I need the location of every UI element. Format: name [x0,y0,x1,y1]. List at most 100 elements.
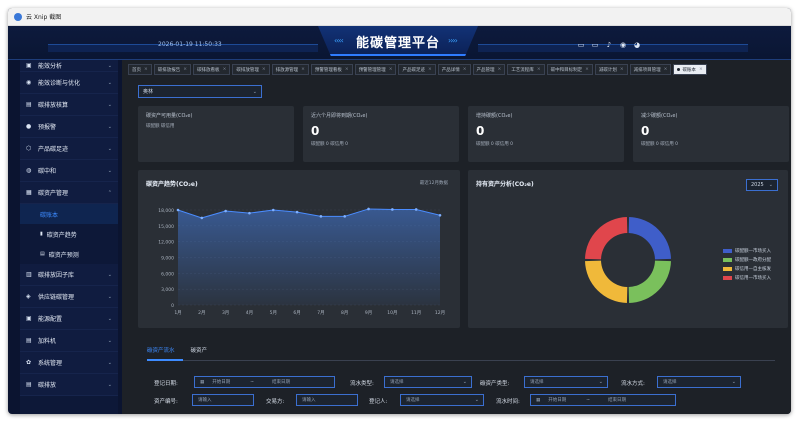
close-icon[interactable]: × [585,67,589,72]
chevron-icon: ⌄ [107,271,112,278]
badge-icon[interactable]: ◉ [618,41,628,49]
chevron-icon: ⌄ [107,315,112,322]
y-tick-label: 3,000 [161,287,174,293]
sidebar-item-items2[interactable]: ▤ 碳排放核算 ⌄ [20,94,118,116]
chevron-icon: ⌄ [107,145,112,152]
trend-point[interactable] [271,208,275,212]
sidebar-item-items5[interactable]: ◍ 碳中和 ⌄ [20,160,118,182]
flow-time-range[interactable]: ▦ 开始日期 ~ 结束日期 [530,394,676,406]
trend-point[interactable] [200,216,204,220]
flow-mode-select[interactable]: 请选择 ⌄ [657,376,741,388]
trend-point[interactable] [224,209,227,213]
trend-point[interactable] [414,208,418,211]
legend-item[interactable]: 碳信用—自主核发 [723,266,771,272]
pie-slice[interactable] [628,260,671,303]
chevron-down-icon: ⌄ [474,397,479,403]
close-icon[interactable]: × [183,67,187,72]
sidebar-item-items_after2[interactable]: ▣ 能源配置 ⌄ [20,308,118,330]
legend-item[interactable]: 碳配额—政府分配 [723,257,771,263]
trend-point[interactable] [343,215,347,218]
asset-type-select[interactable]: 请选择 ⌄ [524,376,608,388]
sidebar-item-items4[interactable]: ⬡ 产品碳足迹 ⌄ [20,138,118,160]
tab-7[interactable]: 产品碳足迹 × [398,64,436,75]
tab-0[interactable]: 首页 × [128,64,152,75]
sidebar-item-items6[interactable]: ▦ 碳资产管理 ⌃ [20,182,118,204]
tab-5[interactable]: 预警管理看板 × [310,64,353,75]
close-icon[interactable]: × [620,67,624,72]
sidebar-subitem-2[interactable]: ▤ 碳资产预测 [20,244,118,264]
sidebar-item-label: 预报警 [38,124,57,131]
tab-2[interactable]: 碳排放看板 × [193,64,231,75]
counterparty-input[interactable]: 请输入 [296,394,358,406]
tab-3[interactable]: 碳排放管理 × [232,64,270,75]
asset-no-input[interactable]: 请输入 [192,394,254,406]
pie-slice[interactable] [585,217,628,260]
tab-4[interactable]: 排放源管理 × [271,64,309,75]
close-icon[interactable]: × [301,67,305,72]
trend-point[interactable] [367,207,370,211]
menu-icon: ▤ [26,381,32,388]
close-icon[interactable]: × [537,67,541,72]
tab-9[interactable]: 产品管理 × [472,64,506,75]
asset-type-label: 碳资产类型: [480,381,510,387]
trend-point[interactable] [391,208,394,211]
sidebar-item-label: 产品碳足迹 [38,146,69,153]
sidebar-subitem-0[interactable]: 碳账本 [20,204,118,224]
tab-14[interactable]: 碳账本 × [673,64,707,75]
calendar-icon: ▦ [536,397,541,403]
reg-date-range[interactable]: ▦ 开始日期 ~ 结束日期 [194,376,335,388]
legend-item[interactable]: 碳配额—市场买入 [723,248,771,254]
sidebar-item-items0[interactable]: ▣ 能效分析 ⌄ [20,60,118,72]
tab-8[interactable]: 产品详情 × [437,64,471,75]
tab-6[interactable]: 预警管理管理 × [354,64,397,75]
stat-value: 0 [311,124,320,138]
trend-point[interactable] [176,208,180,212]
sidebar-item-items_after0[interactable]: ▥ 碳排放因子库 ⌄ [20,264,118,286]
monitor-icon[interactable]: ▭ [576,41,586,49]
desktop-icon[interactable]: ▭ [590,41,600,49]
trend-point[interactable] [248,211,251,215]
close-icon[interactable]: × [699,67,703,72]
stat-sub: 碳配额 0 碳信用 0 [641,142,679,147]
trend-point[interactable] [295,210,299,214]
close-icon[interactable]: × [428,67,432,72]
close-icon[interactable]: × [345,67,349,72]
trend-point[interactable] [438,213,442,217]
close-icon[interactable]: × [664,67,668,72]
close-icon[interactable]: × [498,67,502,72]
legend-item[interactable]: 碳信用—市场买入 [723,275,771,281]
sidebar-item-label: 能效分析 [38,63,63,70]
tab-1[interactable]: 碳排放报告 × [153,64,192,75]
tab-12[interactable]: 减碳计划 × [594,64,628,75]
close-icon[interactable]: × [223,67,227,72]
bell-icon[interactable]: ♪ [604,41,614,49]
registrar-select[interactable]: 请选择 ⌄ [400,394,484,406]
sidebar-item-items1[interactable]: ◉ 能效诊断与优化 ⌄ [20,72,118,94]
stat-value: 0 [476,124,485,138]
close-icon[interactable]: × [463,67,467,72]
tab-13[interactable]: 减排项目管理 × [629,64,672,75]
submenu-icon: ▤ [40,251,45,257]
sidebar-item-items_after5[interactable]: ▤ 碳排放 ⌄ [20,374,118,396]
sidebar-subitem-1[interactable]: ▮ 碳资产趋势 [20,224,118,244]
sidebar-item-items3[interactable]: ● 预报警 ⌄ [20,116,118,138]
close-icon[interactable]: × [389,67,393,72]
avatar[interactable]: ◕ [632,41,642,49]
close-icon[interactable]: × [144,67,148,72]
company-select[interactable]: 奥林 ⌄ [138,85,262,98]
bottom-tab-1[interactable]: 碳资产 [191,346,208,359]
x-tick-label: 11月 [411,310,421,316]
pie-slice[interactable] [628,217,671,260]
tab-10[interactable]: 工艺流程库 × [507,64,545,75]
flow-type-select[interactable]: 请选择 ⌄ [384,376,472,388]
trend-point[interactable] [319,215,323,218]
sidebar-subitem-label: 碳账本 [40,211,59,219]
pie-slice[interactable] [585,260,628,303]
bottom-tab-0[interactable]: 碳资产流水 [147,346,175,359]
tab-label: 首页 [132,67,141,73]
sidebar-item-items_after4[interactable]: ✿ 系统管理 ⌄ [20,352,118,374]
close-icon[interactable]: × [262,67,266,72]
sidebar-item-items_after3[interactable]: ▤ 加料机 ⌄ [20,330,118,352]
sidebar-item-items_after1[interactable]: ◈ 供应链碳管理 ⌄ [20,286,118,308]
tab-11[interactable]: 碳中和目标制定 × [546,64,593,75]
